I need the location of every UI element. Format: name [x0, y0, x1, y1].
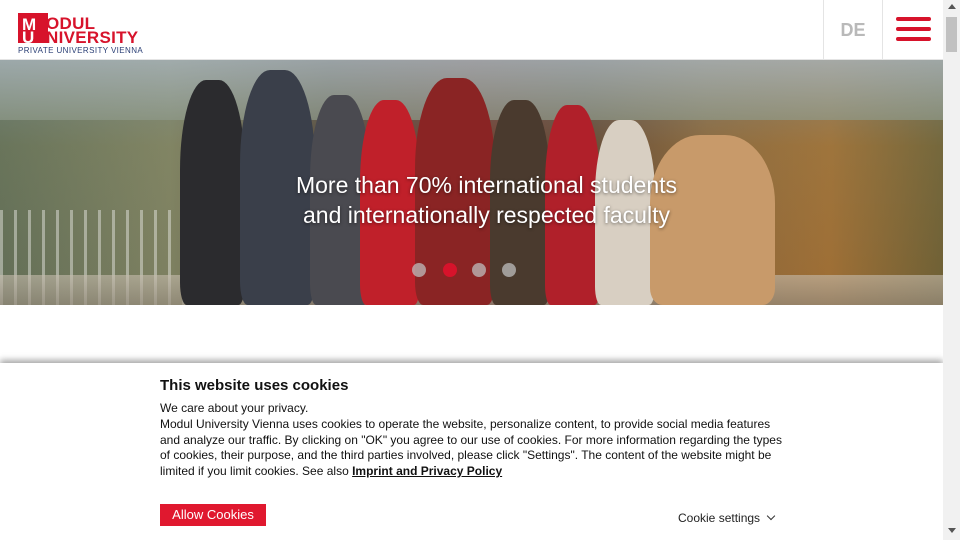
slider-dot-3[interactable]: [472, 263, 486, 277]
scroll-down-arrow-icon[interactable]: [948, 528, 956, 533]
slider-dot-1[interactable]: [412, 263, 426, 277]
scrollbar-thumb[interactable]: [946, 17, 957, 52]
hamburger-menu-icon[interactable]: [883, 0, 943, 60]
logo-letter-u: U: [22, 28, 35, 47]
allow-cookies-button[interactable]: Allow Cookies: [160, 504, 266, 526]
hero-headline-line1: More than 70% international students: [295, 172, 678, 198]
cookie-intro: We care about your privacy.: [160, 401, 309, 415]
hero-headline: More than 70% international students and…: [0, 170, 943, 230]
page: M U ODUL NIVERSITY PRIVATE UNIVERSITY VI…: [0, 0, 960, 540]
logo-subtitle: PRIVATE UNIVERSITY VIENNA: [18, 46, 144, 55]
cookie-banner-text: We care about your privacy. Modul Univer…: [160, 401, 790, 480]
menu-bar: [896, 37, 931, 41]
slider-dot-2[interactable]: [443, 263, 457, 277]
hero-slider: More than 70% international students and…: [0, 60, 943, 305]
language-switch-button[interactable]: DE: [823, 0, 883, 60]
menu-bar: [896, 17, 931, 21]
page-scrollbar[interactable]: [943, 0, 960, 540]
cookie-settings-label: Cookie settings: [678, 511, 761, 525]
cookie-settings-toggle[interactable]: Cookie settings: [678, 511, 776, 525]
scroll-up-arrow-icon[interactable]: [948, 4, 956, 9]
logo-text-line2: NIVERSITY: [46, 28, 139, 47]
slider-dot-4[interactable]: [502, 263, 516, 277]
privacy-policy-link[interactable]: Imprint and Privacy Policy: [352, 464, 502, 478]
chevron-down-icon: [766, 511, 776, 521]
modul-university-logo[interactable]: M U ODUL NIVERSITY PRIVATE UNIVERSITY VI…: [18, 13, 158, 57]
menu-bar: [896, 27, 931, 31]
cookie-banner: This website uses cookies We care about …: [0, 363, 943, 540]
site-header: M U ODUL NIVERSITY PRIVATE UNIVERSITY VI…: [0, 0, 943, 60]
cookie-banner-title: This website uses cookies: [160, 377, 349, 394]
hero-headline-line2: and internationally respected faculty: [303, 202, 670, 228]
logo-mark: M U: [18, 13, 48, 47]
slider-dots: [412, 263, 522, 277]
